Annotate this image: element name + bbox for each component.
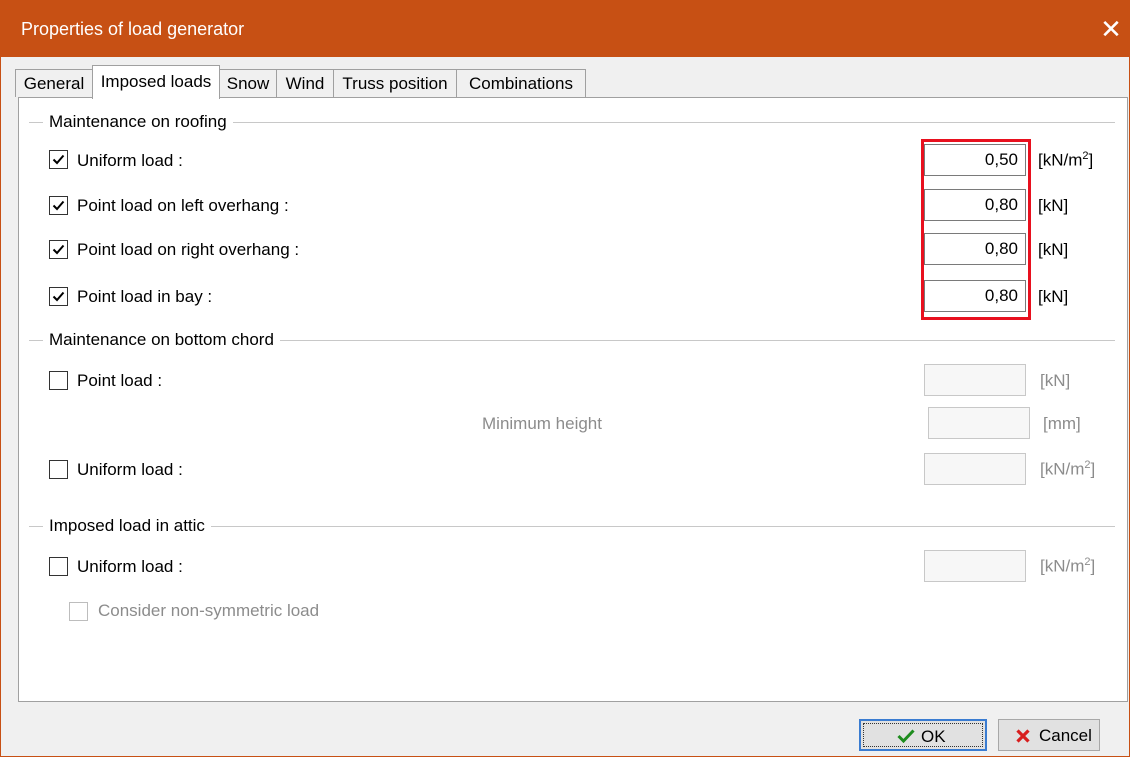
checkmark-icon	[897, 729, 915, 743]
attic-uniform-load-input[interactable]	[924, 550, 1026, 582]
checkmark-icon	[52, 200, 65, 211]
left-overhang-checkbox[interactable]	[49, 196, 68, 215]
bottom-uniform-load-label: Uniform load :	[77, 460, 183, 479]
title-bar[interactable]: Properties of load generator ✕	[1, 1, 1130, 57]
bottom-point-load-input[interactable]	[924, 364, 1026, 396]
tab-wind[interactable]: Wind	[276, 69, 334, 97]
cancel-button[interactable]: Cancel	[998, 719, 1100, 751]
attic-uniform-load-label: Uniform load :	[77, 557, 183, 576]
window-title: Properties of load generator	[21, 19, 245, 39]
non-symmetric-checkbox[interactable]	[69, 602, 88, 621]
bottom-point-load-label: Point load :	[77, 371, 163, 390]
uniform-load-checkbox[interactable]	[49, 150, 68, 169]
tab-combinations[interactable]: Combinations	[456, 69, 586, 97]
tab-general[interactable]: General	[15, 69, 93, 97]
checkmark-icon	[52, 154, 65, 165]
checkmark-icon	[52, 244, 65, 255]
highlight-box	[921, 139, 1031, 320]
unit-kn: [kN]	[1038, 196, 1069, 215]
close-icon[interactable]: ✕	[1097, 13, 1125, 45]
point-load-bay-checkbox[interactable]	[49, 287, 68, 306]
checkmark-icon	[52, 291, 65, 302]
group-title-bottom-chord: Maintenance on bottom chord	[43, 330, 280, 350]
unit-kn: [kN]	[1038, 240, 1069, 259]
non-symmetric-label: Consider non-symmetric load	[98, 601, 320, 620]
minimum-height-input[interactable]	[928, 407, 1030, 439]
attic-uniform-load-checkbox[interactable]	[49, 557, 68, 576]
unit-kn-m2: [kN/m2]	[1040, 459, 1096, 479]
cancel-label: Cancel	[1039, 726, 1092, 745]
tab-imposed-loads[interactable]: Imposed loads	[92, 65, 220, 99]
unit-mm: [mm]	[1043, 414, 1081, 433]
tab-truss-position[interactable]: Truss position	[333, 69, 457, 97]
cancel-x-icon	[1016, 729, 1030, 743]
right-overhang-checkbox[interactable]	[49, 240, 68, 259]
ok-label: OK	[921, 727, 946, 746]
unit-kn-m2: [kN/m2]	[1040, 556, 1096, 576]
load-generator-dialog: Properties of load generator ✕ General I…	[0, 0, 1130, 757]
right-overhang-label: Point load on right overhang :	[77, 240, 300, 259]
tab-snow[interactable]: Snow	[219, 69, 277, 97]
bottom-point-load-checkbox[interactable]	[49, 371, 68, 390]
unit-kn: [kN]	[1040, 371, 1071, 390]
point-load-bay-label: Point load in bay :	[77, 287, 213, 306]
group-title-attic: Imposed load in attic	[43, 516, 211, 536]
uniform-load-label: Uniform load :	[77, 151, 183, 170]
group-title-roofing: Maintenance on roofing	[43, 112, 233, 132]
bottom-uniform-load-checkbox[interactable]	[49, 460, 68, 479]
bottom-uniform-load-input[interactable]	[924, 453, 1026, 485]
minimum-height-label: Minimum height	[482, 414, 602, 433]
unit-kn-m2: [kN/m2]	[1038, 150, 1094, 170]
ok-button[interactable]: OK	[859, 719, 987, 751]
unit-kn: [kN]	[1038, 287, 1069, 306]
left-overhang-label: Point load on left overhang :	[77, 196, 289, 215]
